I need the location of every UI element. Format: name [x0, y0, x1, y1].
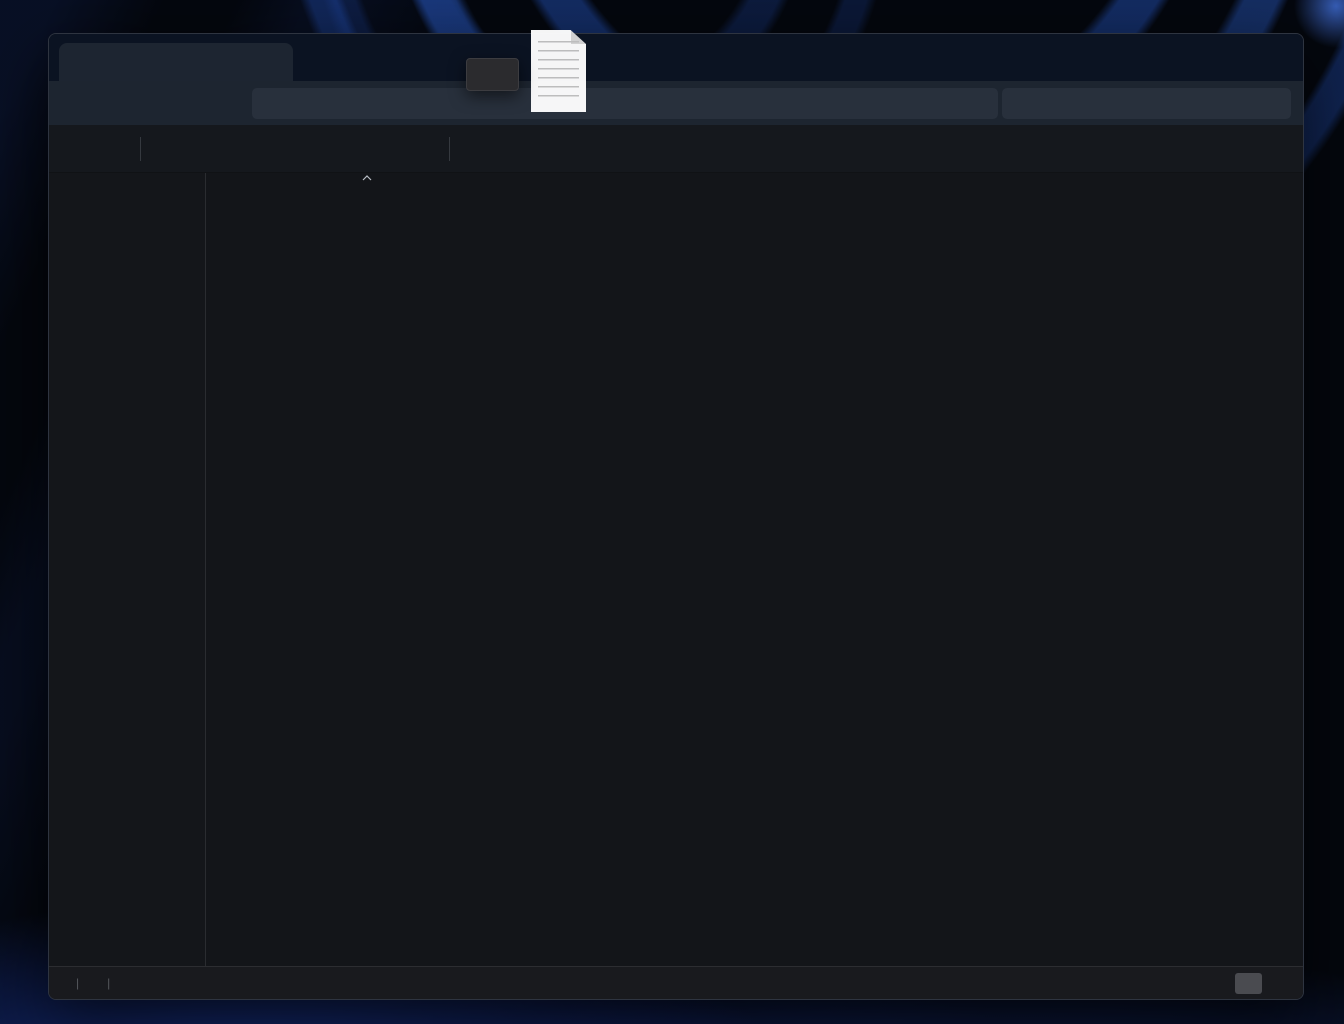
refresh-button[interactable]: [204, 87, 238, 119]
move-arrow-icon: [481, 68, 494, 81]
breadcrumb: [252, 88, 998, 119]
back-button[interactable]: [61, 87, 95, 119]
new-tab-button[interactable]: [309, 49, 335, 75]
view-button[interactable]: [538, 132, 604, 166]
new-button[interactable]: [63, 132, 130, 166]
thumbnail-view-toggle[interactable]: [1266, 973, 1293, 994]
toolbar-separator: [140, 137, 141, 161]
navigation-bar: [49, 81, 1303, 125]
forward-button[interactable]: [109, 87, 143, 119]
window-controls: [1160, 40, 1295, 70]
desktop-wallpaper: { "window": { "tab": { "title": "Folder"…: [0, 0, 1344, 1024]
status-bar: | |: [49, 966, 1303, 999]
maximize-button[interactable]: [1205, 40, 1250, 70]
title-bar: [49, 34, 1303, 81]
more-options-button[interactable]: [616, 132, 640, 166]
tab-close-icon[interactable]: [261, 51, 283, 73]
search-box: [1002, 88, 1291, 119]
details-pane-button[interactable]: [1238, 132, 1289, 166]
sort-ascending-icon: [362, 170, 372, 184]
file-list-area[interactable]: [206, 173, 1303, 968]
paste-button[interactable]: [247, 131, 283, 167]
minimize-button[interactable]: [1160, 40, 1205, 70]
navigation-pane: [49, 173, 206, 968]
search-input[interactable]: [1016, 95, 1266, 112]
rename-button[interactable]: [295, 131, 331, 167]
drag-tooltip: [466, 58, 519, 91]
drag-ghost-file-icon: [531, 30, 586, 112]
close-button[interactable]: [1250, 40, 1295, 70]
copy-button[interactable]: [199, 131, 235, 167]
explorer-tab[interactable]: [59, 43, 293, 81]
details-view-toggle[interactable]: [1235, 973, 1262, 994]
toolbar-separator: [449, 137, 450, 161]
sort-button[interactable]: [460, 132, 526, 166]
cut-button[interactable]: [151, 131, 187, 167]
up-button[interactable]: [157, 87, 191, 119]
file-explorer-window: | |: [48, 33, 1304, 1000]
delete-button[interactable]: [391, 131, 427, 167]
column-headers: [221, 173, 1303, 205]
command-bar: [49, 125, 1303, 173]
share-button[interactable]: [343, 131, 379, 167]
